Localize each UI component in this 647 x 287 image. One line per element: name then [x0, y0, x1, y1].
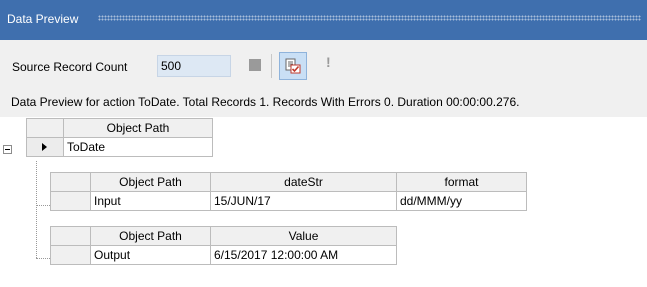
column-header-value[interactable]: Value	[210, 226, 397, 246]
current-row-icon	[42, 143, 47, 151]
column-header-object-path[interactable]: Object Path	[63, 118, 213, 138]
data-preview-icon	[285, 58, 301, 74]
column-header-datestr[interactable]: dateStr	[210, 172, 397, 192]
table-row[interactable]: ToDate	[26, 137, 213, 157]
summary-bar: Data Preview for action ToDate. Total Re…	[0, 90, 647, 117]
column-header-object-path[interactable]: Object Path	[90, 172, 211, 192]
column-header-format[interactable]: format	[396, 172, 527, 192]
table-row[interactable]: Output 6/15/2017 12:00:00 AM	[50, 245, 397, 265]
row-header-blank	[50, 172, 91, 192]
source-record-count-label: Source Record Count	[12, 60, 128, 74]
toolbar-separator	[271, 54, 272, 78]
row-selector[interactable]	[50, 245, 91, 265]
column-header-object-path[interactable]: Object Path	[90, 226, 211, 246]
row-header-blank	[50, 226, 91, 246]
row-selector[interactable]	[50, 191, 91, 211]
stop-icon[interactable]	[249, 59, 261, 71]
window-title: Data Preview	[7, 12, 79, 26]
row-header-blank	[26, 118, 64, 138]
data-preview-button[interactable]	[279, 52, 307, 80]
cell-object-path[interactable]: ToDate	[63, 137, 213, 157]
cell-datestr[interactable]: 15/JUN/17	[210, 191, 397, 211]
row-selector[interactable]	[26, 137, 64, 157]
tree-connector	[36, 205, 50, 206]
warning-icon[interactable]: !	[326, 54, 331, 70]
source-record-count-input[interactable]: 500	[157, 55, 231, 77]
title-grip[interactable]	[98, 15, 641, 21]
cell-object-path[interactable]: Output	[90, 245, 211, 265]
cell-format[interactable]: dd/MMM/yy	[396, 191, 527, 211]
output-table: Object Path Value Output 6/15/2017 12:00…	[50, 226, 397, 265]
collapse-icon[interactable]	[3, 145, 12, 154]
input-table: Object Path dateStr format Input 15/JUN/…	[50, 172, 527, 211]
tree-connector	[36, 161, 37, 258]
summary-text: Data Preview for action ToDate. Total Re…	[11, 95, 520, 109]
cell-object-path[interactable]: Input	[90, 191, 211, 211]
tree-connector	[36, 258, 50, 259]
root-table: Object Path ToDate	[26, 118, 213, 157]
cell-value[interactable]: 6/15/2017 12:00:00 AM	[210, 245, 397, 265]
toolbar: Source Record Count 500 !	[0, 40, 647, 90]
table-row[interactable]: Input 15/JUN/17 dd/MMM/yy	[50, 191, 527, 211]
title-bar: Data Preview	[0, 0, 647, 40]
